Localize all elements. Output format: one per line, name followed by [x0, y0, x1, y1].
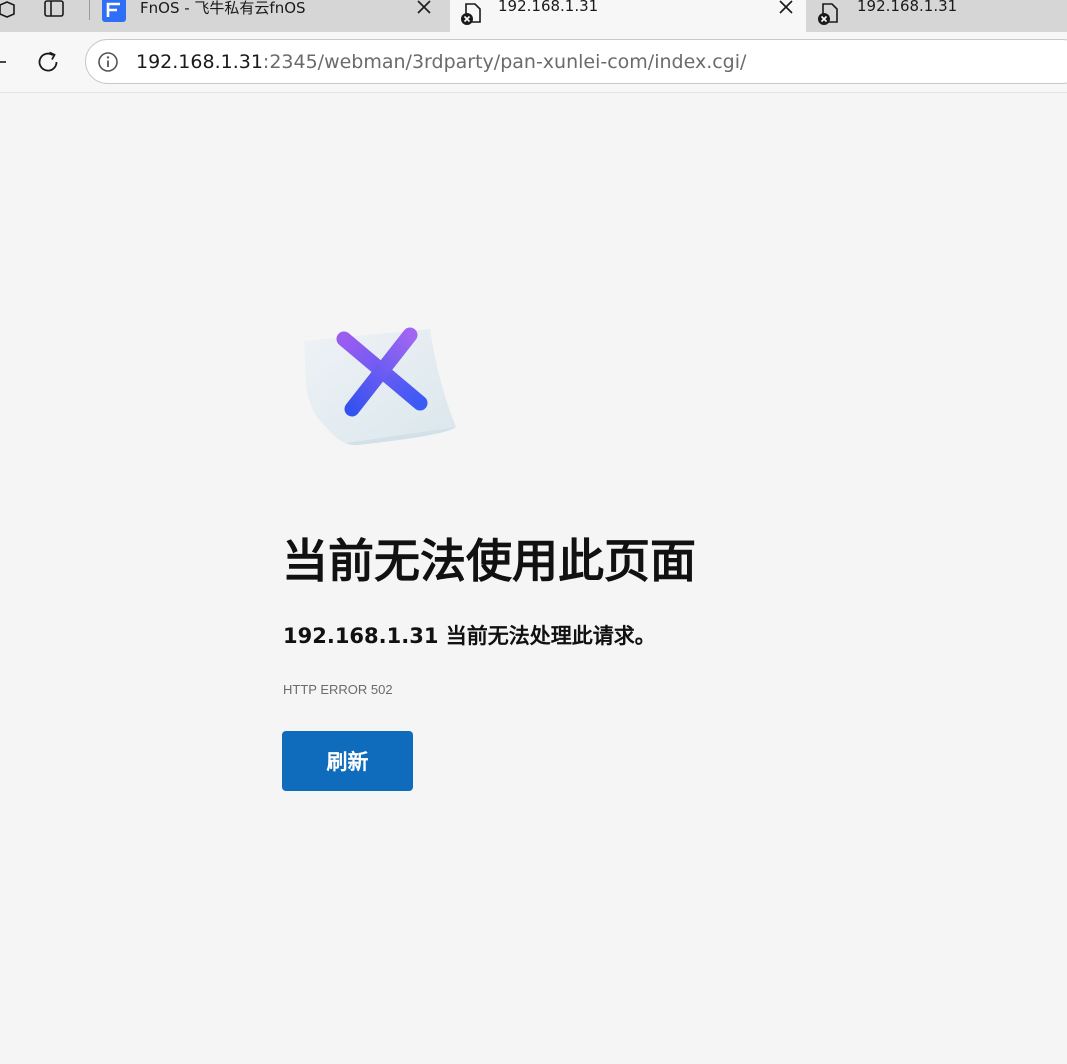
- page-error-icon: [460, 2, 484, 30]
- workspaces-icon[interactable]: [0, 0, 18, 20]
- page-error-icon: [817, 2, 841, 30]
- url-text[interactable]: 192.168.1.31:2345/webman/3rdparty/pan-xu…: [136, 51, 746, 73]
- tab-fnos[interactable]: FnOS - 飞牛私有云fnOS: [90, 0, 446, 32]
- fnos-logo-icon: [102, 0, 126, 26]
- error-message: 192.168.1.31 当前无法处理此请求。: [283, 624, 656, 648]
- url-path: :2345/webman/3rdparty/pan-xunlei-com/ind…: [262, 51, 747, 73]
- url-host: 192.168.1.31: [136, 51, 263, 73]
- browser-toolbar: 192.168.1.31:2345/webman/3rdparty/pan-xu…: [0, 32, 1067, 93]
- back-arrow-icon[interactable]: [0, 54, 8, 74]
- tab-title: 192.168.1.31: [498, 0, 599, 15]
- error-page: 当前无法使用此页面 192.168.1.31 当前无法处理此请求。 HTTP E…: [0, 93, 1067, 1064]
- reload-icon[interactable]: [35, 49, 61, 79]
- error-headline: 当前无法使用此页面: [282, 534, 696, 588]
- close-tab-icon[interactable]: [778, 0, 794, 19]
- tab-title: FnOS - 飞牛私有云fnOS: [140, 0, 306, 17]
- info-icon[interactable]: [97, 51, 119, 77]
- close-tab-icon[interactable]: [416, 0, 432, 19]
- error-x-note-icon: [298, 323, 462, 447]
- tab-title: 192.168.1.31: [857, 0, 958, 15]
- tab-strip: FnOS - 飞牛私有云fnOS 192.168.1.31 192.168.1.…: [0, 0, 1067, 32]
- refresh-button[interactable]: 刷新: [282, 731, 413, 791]
- tab-active-192-168-1-31[interactable]: 192.168.1.31: [450, 0, 806, 32]
- tab-192-168-1-31[interactable]: 192.168.1.31: [809, 0, 1067, 32]
- error-code: HTTP ERROR 502: [283, 682, 393, 697]
- address-bar[interactable]: 192.168.1.31:2345/webman/3rdparty/pan-xu…: [85, 39, 1067, 84]
- vertical-tabs-icon[interactable]: [42, 0, 66, 20]
